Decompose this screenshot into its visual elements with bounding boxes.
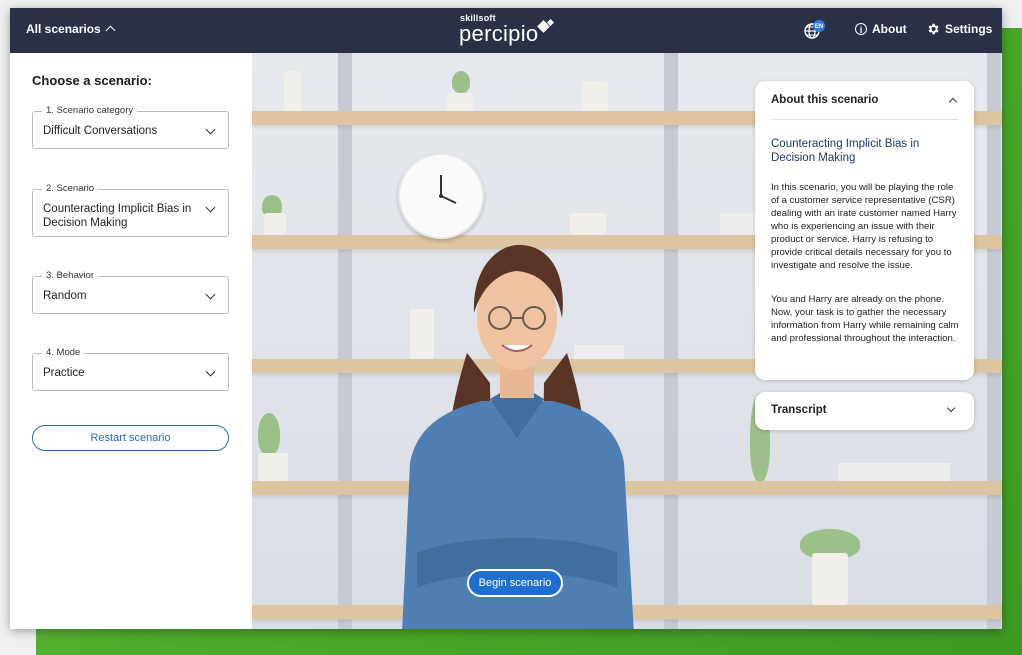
globe-icon: EN	[804, 20, 825, 39]
app-window: All scenarios skillsoft percipio EN i Ab…	[10, 8, 1002, 629]
restart-scenario-button[interactable]: Restart scenario	[32, 425, 229, 451]
field-label: 4. Mode	[42, 347, 85, 358]
field-value: Counteracting Implicit Bias in Decision …	[43, 203, 192, 229]
gear-icon	[928, 23, 939, 35]
shelf-post	[664, 53, 678, 629]
field-value: Practice	[43, 367, 85, 379]
field-label: 3. Behavior	[42, 270, 99, 281]
top-bar: All scenarios skillsoft percipio EN i Ab…	[10, 8, 1002, 53]
wall-clock	[398, 153, 484, 239]
chevron-down-icon	[205, 366, 216, 377]
about-card-header: About this scenario	[771, 94, 879, 106]
chevron-down-icon	[205, 124, 216, 135]
scenario-panel: Choose a scenario: 1. Scenario category …	[10, 53, 252, 629]
decor-books	[720, 213, 760, 235]
language-code: EN	[815, 24, 823, 30]
settings-label: Settings	[945, 22, 993, 36]
scenario-title: Counteracting Implicit Bias in Decision …	[771, 138, 920, 164]
info-icon: i	[855, 23, 867, 35]
field-value: Random	[43, 290, 87, 302]
scenario-select[interactable]: 2. Scenario Counteracting Implicit Bias …	[32, 183, 229, 237]
decor-vase	[284, 71, 302, 111]
scenario-instructions: You and Harry are already on the phone. …	[771, 294, 959, 344]
chevron-down-icon	[205, 202, 216, 213]
logo-brand-big: percipio	[459, 21, 539, 46]
transcript-panel[interactable]: Transcript	[755, 392, 974, 430]
percipio-logo: skillsoft percipio	[459, 13, 560, 49]
scenario-category-select[interactable]: 1. Scenario category Difficult Conversat…	[32, 105, 229, 149]
transcript-header: Transcript	[771, 404, 827, 416]
about-scenario-card: About this scenario Counteracting Implic…	[755, 81, 974, 380]
decor-plant	[258, 413, 280, 455]
scenario-description: In this scenario, you will be playing th…	[771, 182, 957, 271]
behavior-select[interactable]: 3. Behavior Random	[32, 270, 229, 314]
shelf-post	[987, 53, 1001, 629]
divider	[771, 119, 958, 120]
clock-face-icon	[439, 175, 457, 204]
decor-plant	[452, 71, 470, 93]
decor-books	[838, 463, 950, 481]
all-scenarios-label: All scenarios	[26, 22, 101, 36]
decor-pot	[258, 453, 288, 481]
decor-pot	[447, 93, 473, 111]
all-scenarios-toggle[interactable]: All scenarios	[26, 22, 116, 36]
chevron-down-icon	[946, 403, 956, 413]
decor-vase	[582, 81, 608, 111]
about-label: About	[872, 22, 907, 36]
panel-heading: Choose a scenario:	[32, 73, 152, 88]
language-button[interactable]: EN	[803, 20, 825, 40]
settings-button[interactable]: Settings	[926, 22, 992, 36]
decor-pot	[812, 553, 848, 605]
chevron-down-icon	[205, 289, 216, 300]
about-button[interactable]: i About	[855, 22, 907, 36]
field-label: 2. Scenario	[42, 183, 99, 194]
field-value: Difficult Conversations	[43, 125, 158, 137]
decor-pot	[570, 213, 606, 235]
field-label: 1. Scenario category	[42, 105, 138, 116]
shelf-post	[338, 53, 352, 629]
decor-pot	[264, 213, 286, 235]
begin-scenario-button[interactable]: Begin scenario	[467, 569, 563, 597]
mode-select[interactable]: 4. Mode Practice	[32, 347, 229, 391]
chevron-up-icon[interactable]	[948, 97, 958, 107]
chevron-up-icon	[105, 25, 116, 36]
